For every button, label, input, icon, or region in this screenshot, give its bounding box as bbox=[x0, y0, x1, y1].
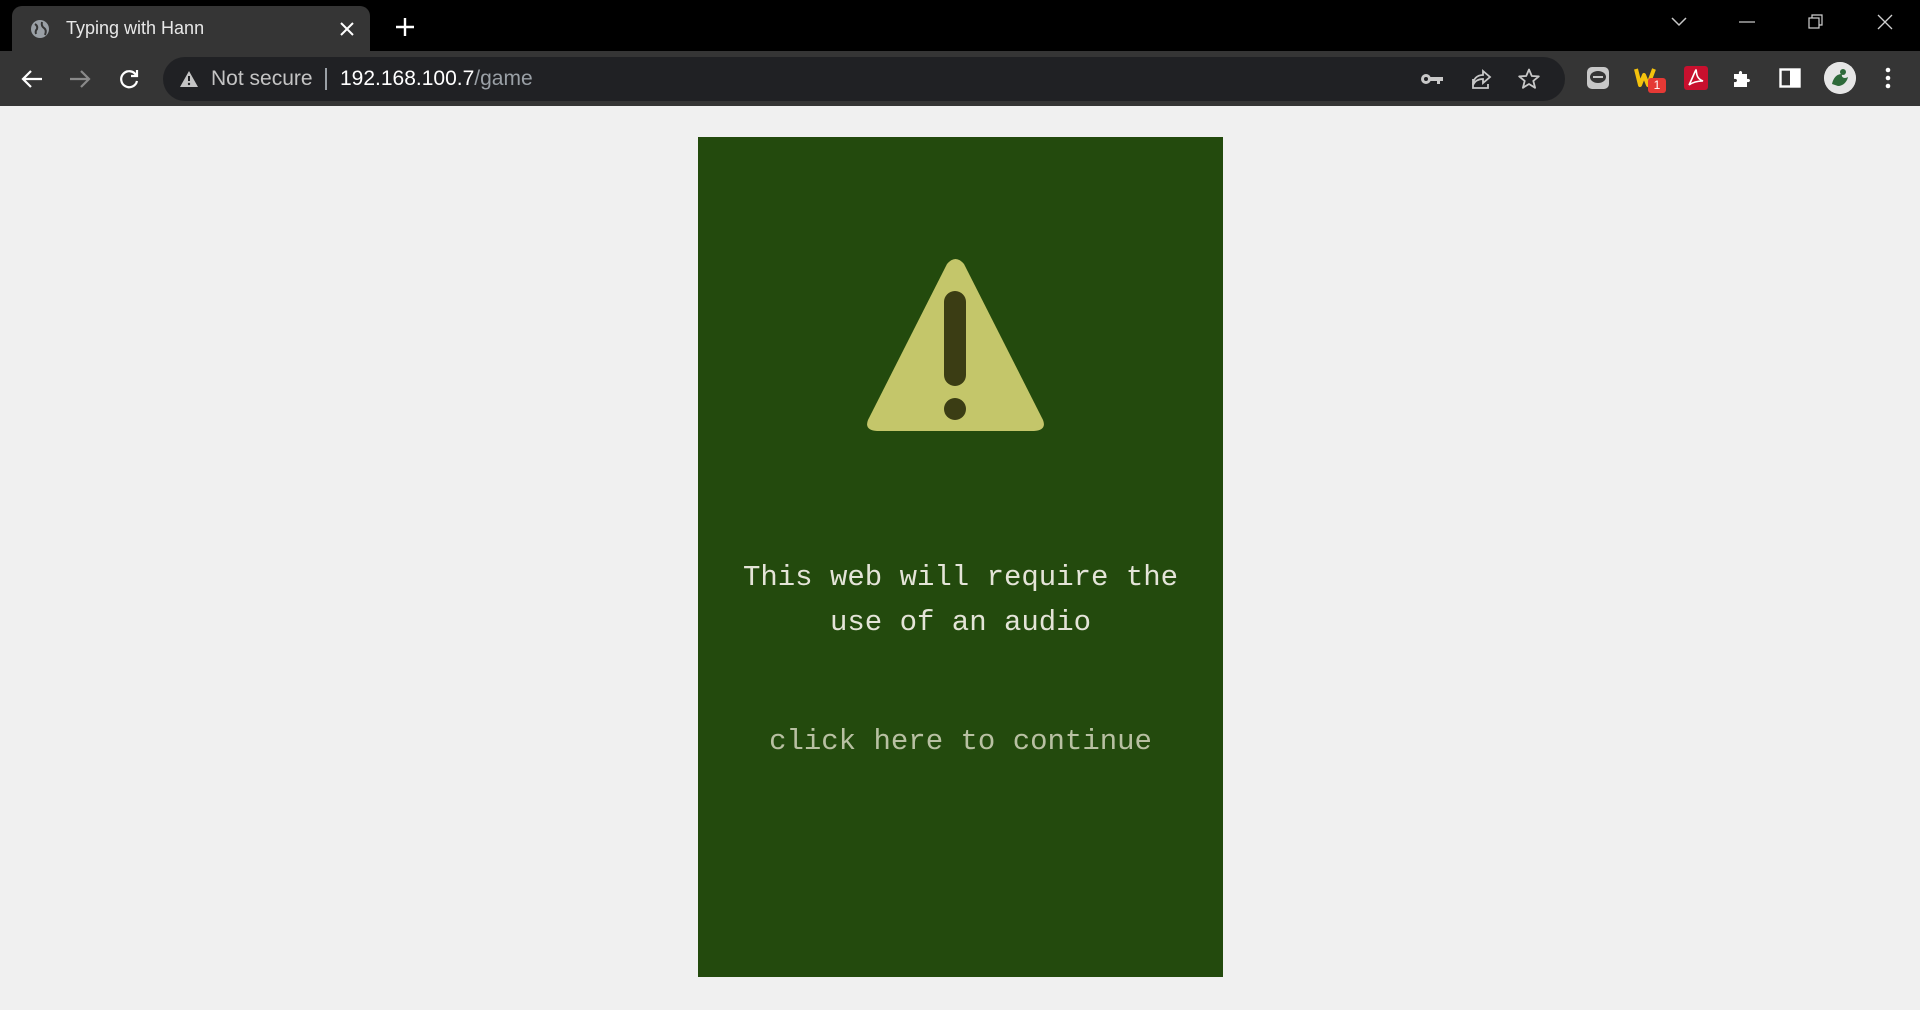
chevron-down-icon[interactable] bbox=[1646, 0, 1712, 44]
audio-warning-panel: This web will require the use of an audi… bbox=[698, 137, 1223, 977]
minimize-icon[interactable] bbox=[1714, 0, 1780, 44]
warning-triangle-icon bbox=[867, 259, 1044, 431]
audio-notice-line-2: use of an audio bbox=[829, 606, 1092, 639]
restore-icon[interactable] bbox=[1783, 0, 1849, 44]
audio-notice-line-1: This web will require the bbox=[742, 561, 1179, 594]
browser-titlebar: Typing with Hann bbox=[0, 0, 1920, 51]
highlighter-extension-icon[interactable]: 1 bbox=[1633, 64, 1666, 93]
window-close-icon[interactable] bbox=[1852, 0, 1918, 44]
key-icon[interactable] bbox=[1420, 67, 1444, 91]
puzzle-icon[interactable] bbox=[1729, 64, 1757, 92]
plus-icon[interactable] bbox=[390, 12, 420, 42]
close-icon[interactable] bbox=[336, 18, 358, 40]
warning-triangle-icon bbox=[179, 70, 199, 88]
arrow-right-icon[interactable] bbox=[64, 63, 96, 95]
kebab-menu-icon[interactable] bbox=[1874, 64, 1902, 92]
extension-badge: 1 bbox=[1648, 78, 1666, 93]
reload-icon[interactable] bbox=[113, 63, 145, 95]
arrow-left-icon[interactable] bbox=[16, 63, 48, 95]
security-indicator[interactable]: Not secure bbox=[179, 57, 313, 101]
pdf-extension-icon[interactable] bbox=[1682, 64, 1710, 92]
share-icon[interactable] bbox=[1469, 67, 1493, 91]
url-host: 192.168.100.7 bbox=[340, 67, 475, 90]
address-bar[interactable]: Not secure 192.168.100.7/game bbox=[163, 57, 1565, 101]
url-text[interactable]: 192.168.100.7/game bbox=[340, 57, 533, 101]
browser-toolbar: Not secure 192.168.100.7/game 1 bbox=[0, 51, 1920, 106]
security-label: Not secure bbox=[211, 67, 313, 90]
globe-icon bbox=[30, 19, 50, 39]
side-panel-icon[interactable] bbox=[1776, 64, 1804, 92]
avatar[interactable] bbox=[1824, 62, 1856, 94]
browser-tab[interactable]: Typing with Hann bbox=[12, 6, 370, 51]
audio-notice: This web will require the use of an audi… bbox=[718, 555, 1203, 645]
omnibox-divider bbox=[325, 68, 327, 90]
chat-extension-icon[interactable] bbox=[1584, 64, 1612, 92]
url-path: /game bbox=[474, 67, 533, 90]
star-icon[interactable] bbox=[1517, 67, 1541, 91]
tab-title: Typing with Hann bbox=[66, 18, 205, 38]
continue-link[interactable]: click here to continue bbox=[718, 722, 1203, 762]
page-viewport: This web will require the use of an audi… bbox=[0, 106, 1920, 1010]
